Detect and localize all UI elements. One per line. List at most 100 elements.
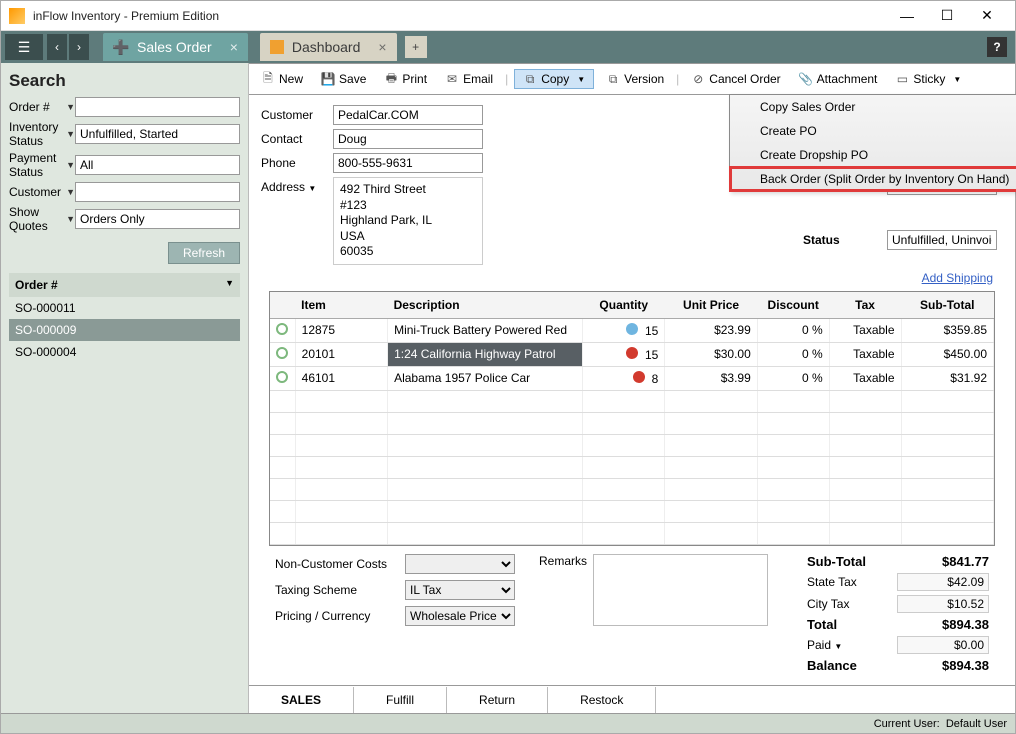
order-list-header[interactable]: Order # ▼ [9, 273, 240, 297]
cell-tax[interactable]: Taxable [829, 318, 901, 342]
table-row[interactable] [270, 500, 994, 522]
cell-tax[interactable]: Taxable [829, 366, 901, 390]
contact-input[interactable] [333, 129, 483, 149]
cancel-icon: ⊘ [691, 72, 705, 86]
add-tab-button[interactable]: + [405, 36, 427, 58]
version-button[interactable]: ⧉Version [600, 70, 670, 88]
show-quotes-label: Show Quotes [9, 205, 66, 233]
content-area: 🗎New 💾Save 🖶Print ✉Email | ⧉Copy▼ ⧉Versi… [249, 63, 1015, 713]
search-order-input[interactable] [75, 97, 240, 117]
nav-back[interactable]: ‹ [47, 34, 67, 60]
plus-circle-icon: ➕ [113, 39, 129, 55]
cell-item[interactable]: 20101 [295, 342, 387, 366]
sticky-button[interactable]: ▭Sticky▼ [889, 70, 967, 88]
table-row[interactable] [270, 478, 994, 500]
hamburger-menu[interactable]: ☰ [5, 34, 43, 60]
search-order-label: Order # [9, 100, 66, 114]
cell-discount[interactable]: 0 % [757, 366, 829, 390]
print-icon: 🖶 [384, 72, 398, 86]
close-icon[interactable]: × [378, 39, 386, 55]
nav-forward[interactable]: › [69, 34, 89, 60]
refresh-button[interactable]: Refresh [168, 242, 240, 264]
chevron-down-icon[interactable]: ▼ [66, 102, 75, 112]
cell-unit-price[interactable]: $23.99 [665, 318, 757, 342]
table-row[interactable]: 20101 1:24 California Highway Patrol 15 … [270, 342, 994, 366]
remarks-input[interactable] [593, 554, 768, 626]
table-row[interactable] [270, 522, 994, 544]
chevron-down-icon[interactable]: ▼ [66, 214, 75, 224]
cell-description[interactable]: Mini-Truck Battery Powered Red [388, 318, 583, 342]
customer-input[interactable] [333, 105, 483, 125]
bottom-tab-restock[interactable]: Restock [548, 687, 656, 713]
pricing-select[interactable]: Wholesale Price [405, 606, 515, 626]
minimize-button[interactable]: — [887, 2, 927, 30]
taxing-scheme-select[interactable]: IL Tax [405, 580, 515, 600]
cell-tax[interactable]: Taxable [829, 342, 901, 366]
row-radio[interactable] [276, 323, 288, 335]
bottom-tabs: SALES Fulfill Return Restock [249, 685, 1015, 713]
copy-button[interactable]: ⧉Copy▼ [514, 69, 594, 89]
close-button[interactable]: ✕ [967, 2, 1007, 30]
bottom-tab-return[interactable]: Return [447, 687, 548, 713]
subtotal-value: $841.77 [897, 554, 989, 569]
payment-status-select[interactable] [75, 155, 240, 175]
bottom-tab-sales[interactable]: SALES [249, 687, 354, 713]
city-tax-label: City Tax [807, 597, 897, 611]
app-icon [9, 8, 25, 24]
table-row[interactable] [270, 434, 994, 456]
help-button[interactable]: ? [987, 37, 1007, 57]
table-row[interactable]: 46101 Alabama 1957 Police Car 8 $3.99 0 … [270, 366, 994, 390]
cell-description[interactable]: 1:24 California Highway Patrol [388, 342, 583, 366]
cell-quantity[interactable]: 15 [583, 318, 665, 342]
new-button[interactable]: 🗎New [255, 70, 309, 88]
order-list-item[interactable]: SO-000011 [9, 297, 240, 319]
add-shipping-link[interactable]: Add Shipping [922, 271, 993, 285]
order-list-item[interactable]: SO-000009 [9, 319, 240, 341]
bottom-tab-fulfill[interactable]: Fulfill [354, 687, 447, 713]
close-icon[interactable]: × [230, 39, 238, 55]
attachment-button[interactable]: 📎Attachment [793, 70, 884, 88]
chevron-down-icon[interactable]: ▼ [66, 129, 75, 139]
inventory-status-label: Inventory Status [9, 120, 66, 148]
cell-discount[interactable]: 0 % [757, 342, 829, 366]
address-box[interactable]: 492 Third Street #123 Highland Park, IL … [333, 177, 483, 265]
inventory-status-select[interactable] [75, 124, 240, 144]
row-radio[interactable] [276, 347, 288, 359]
phone-input[interactable] [333, 153, 483, 173]
email-button[interactable]: ✉Email [439, 70, 499, 88]
cell-item[interactable]: 12875 [295, 318, 387, 342]
table-row[interactable] [270, 412, 994, 434]
menu-item-create-po[interactable]: Create PO [730, 119, 1016, 143]
ncc-select[interactable] [405, 554, 515, 574]
table-row[interactable] [270, 390, 994, 412]
cell-quantity[interactable]: 8 [583, 366, 665, 390]
cell-unit-price[interactable]: $3.99 [665, 366, 757, 390]
status-input[interactable] [887, 230, 997, 250]
tab-sales-order[interactable]: ➕ Sales Order × [103, 33, 248, 61]
tab-dashboard[interactable]: Dashboard × [260, 33, 397, 61]
cell-quantity[interactable]: 15 [583, 342, 665, 366]
cell-unit-price[interactable]: $30.00 [665, 342, 757, 366]
menu-item-copy-sales-order[interactable]: Copy Sales Order [730, 95, 1016, 119]
maximize-button[interactable]: ☐ [927, 2, 967, 30]
document-icon: 🗎 [261, 72, 275, 86]
chevron-down-icon: ▼ [577, 75, 585, 84]
save-button[interactable]: 💾Save [315, 70, 372, 88]
print-button[interactable]: 🖶Print [378, 70, 433, 88]
menu-item-create-dropship-po[interactable]: Create Dropship PO [730, 143, 1016, 167]
chevron-down-icon[interactable]: ▼ [66, 187, 75, 197]
chevron-down-icon[interactable]: ▼ [66, 160, 75, 170]
table-row[interactable] [270, 456, 994, 478]
table-row[interactable]: 12875 Mini-Truck Battery Powered Red 15 … [270, 318, 994, 342]
cancel-order-button[interactable]: ⊘Cancel Order [685, 70, 786, 88]
remarks-label: Remarks [539, 554, 587, 626]
cell-description[interactable]: Alabama 1957 Police Car [388, 366, 583, 390]
order-list-item[interactable]: SO-000004 [9, 341, 240, 363]
version-icon: ⧉ [606, 72, 620, 86]
customer-input[interactable] [75, 182, 240, 202]
menu-item-back-order[interactable]: Back Order (Split Order by Inventory On … [730, 167, 1016, 191]
row-radio[interactable] [276, 371, 288, 383]
show-quotes-select[interactable] [75, 209, 240, 229]
cell-item[interactable]: 46101 [295, 366, 387, 390]
cell-discount[interactable]: 0 % [757, 318, 829, 342]
